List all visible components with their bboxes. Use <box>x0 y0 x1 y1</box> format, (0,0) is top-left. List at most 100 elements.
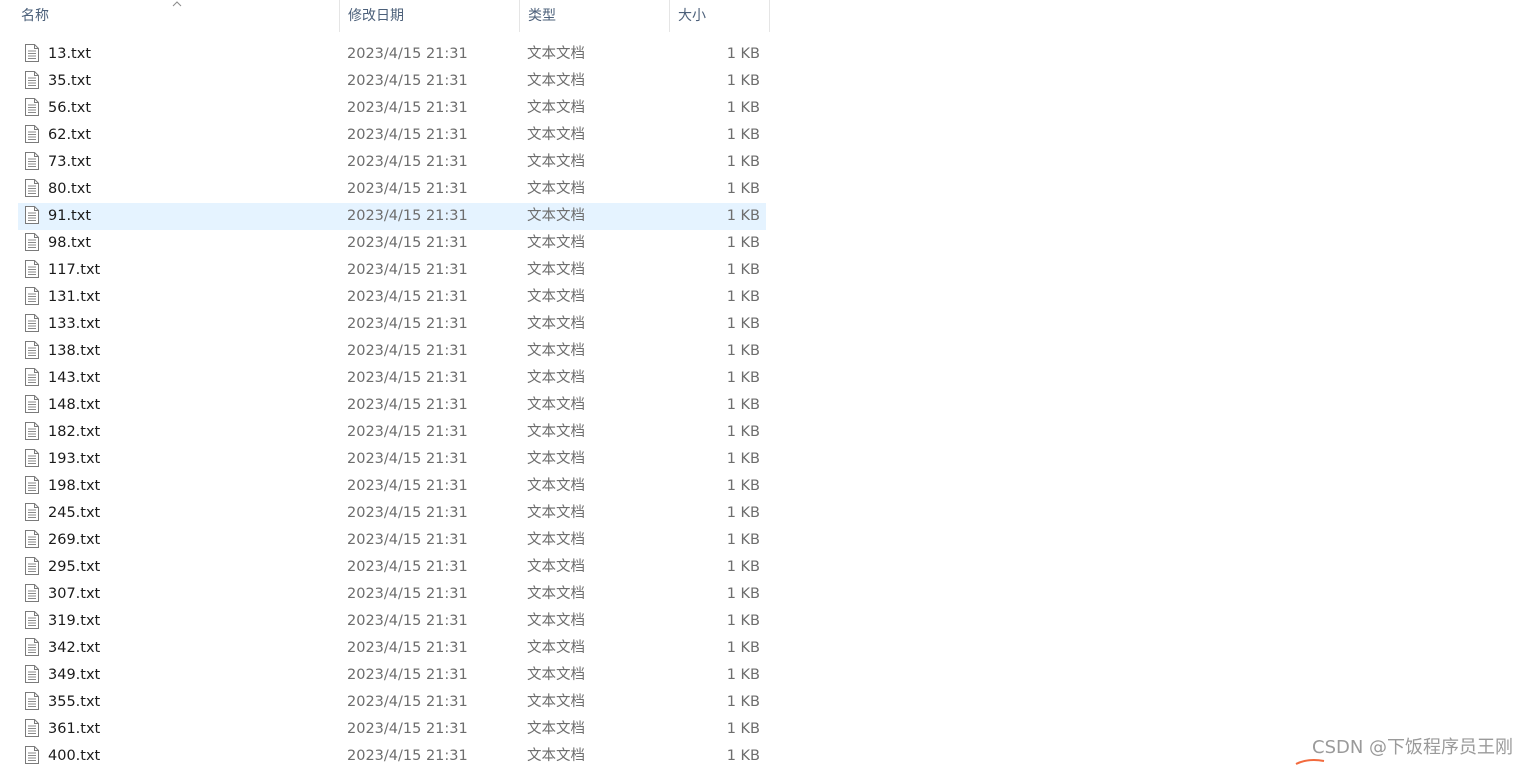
file-modified-date: 2023/4/15 21:31 <box>347 721 468 737</box>
file-type: 文本文档 <box>527 181 585 197</box>
file-type: 文本文档 <box>527 640 585 656</box>
file-modified-date: 2023/4/15 21:31 <box>347 154 468 170</box>
file-type: 文本文档 <box>527 208 585 224</box>
file-size: 1 KB <box>726 73 760 89</box>
file-type: 文本文档 <box>527 316 585 332</box>
file-modified-date: 2023/4/15 21:31 <box>347 316 468 332</box>
file-row[interactable]: 342.txt 2023/4/15 21:31 文本文档 1 KB <box>18 635 766 662</box>
file-modified-date: 2023/4/15 21:31 <box>347 694 468 710</box>
column-header-date-label: 修改日期 <box>348 8 404 24</box>
file-row[interactable]: 349.txt 2023/4/15 21:31 文本文档 1 KB <box>18 662 766 689</box>
file-modified-date: 2023/4/15 21:31 <box>347 424 468 440</box>
column-header-type[interactable]: 类型 <box>520 0 670 32</box>
file-name: 295.txt <box>48 559 101 575</box>
file-modified-date: 2023/4/15 21:31 <box>347 370 468 386</box>
file-type: 文本文档 <box>527 289 585 305</box>
text-file-icon <box>25 71 39 89</box>
file-name: 56.txt <box>48 100 92 116</box>
file-type: 文本文档 <box>527 532 585 548</box>
file-size: 1 KB <box>726 532 760 548</box>
column-header-type-label: 类型 <box>528 8 556 24</box>
file-type: 文本文档 <box>527 451 585 467</box>
file-row[interactable]: 91.txt 2023/4/15 21:31 文本文档 1 KB <box>18 203 766 230</box>
file-modified-date: 2023/4/15 21:31 <box>347 262 468 278</box>
file-size: 1 KB <box>726 478 760 494</box>
file-row[interactable]: 98.txt 2023/4/15 21:31 文本文档 1 KB <box>18 230 766 257</box>
file-row[interactable]: 143.txt 2023/4/15 21:31 文本文档 1 KB <box>18 365 766 392</box>
file-name: 245.txt <box>48 505 101 521</box>
text-file-icon <box>25 206 39 224</box>
file-row[interactable]: 73.txt 2023/4/15 21:31 文本文档 1 KB <box>18 149 766 176</box>
file-size: 1 KB <box>726 154 760 170</box>
file-row[interactable]: 193.txt 2023/4/15 21:31 文本文档 1 KB <box>18 446 766 473</box>
file-name: 307.txt <box>48 586 101 602</box>
file-modified-date: 2023/4/15 21:31 <box>347 559 468 575</box>
file-size: 1 KB <box>726 424 760 440</box>
file-name: 13.txt <box>48 46 92 62</box>
file-type: 文本文档 <box>527 127 585 143</box>
text-file-icon <box>25 260 39 278</box>
text-file-icon <box>25 341 39 359</box>
file-row[interactable]: 307.txt 2023/4/15 21:31 文本文档 1 KB <box>18 581 766 608</box>
text-file-icon <box>25 530 39 548</box>
file-name: 198.txt <box>48 478 101 494</box>
file-row[interactable]: 269.txt 2023/4/15 21:31 文本文档 1 KB <box>18 527 766 554</box>
file-size: 1 KB <box>726 316 760 332</box>
file-row[interactable]: 35.txt 2023/4/15 21:31 文本文档 1 KB <box>18 68 766 95</box>
file-size: 1 KB <box>726 208 760 224</box>
file-size: 1 KB <box>726 505 760 521</box>
sort-ascending-icon <box>172 1 182 7</box>
file-type: 文本文档 <box>527 505 585 521</box>
file-type: 文本文档 <box>527 748 585 764</box>
file-type: 文本文档 <box>527 73 585 89</box>
file-size: 1 KB <box>726 289 760 305</box>
file-row[interactable]: 131.txt 2023/4/15 21:31 文本文档 1 KB <box>18 284 766 311</box>
file-row[interactable]: 361.txt 2023/4/15 21:31 文本文档 1 KB <box>18 716 766 743</box>
file-modified-date: 2023/4/15 21:31 <box>347 505 468 521</box>
file-type: 文本文档 <box>527 154 585 170</box>
file-name: 35.txt <box>48 73 92 89</box>
file-size: 1 KB <box>726 343 760 359</box>
watermark-text: CSDN @下饭程序员王刚 <box>1312 737 1514 758</box>
file-modified-date: 2023/4/15 21:31 <box>347 397 468 413</box>
text-file-icon <box>25 152 39 170</box>
column-header-date[interactable]: 修改日期 <box>340 0 520 32</box>
file-row[interactable]: 62.txt 2023/4/15 21:31 文本文档 1 KB <box>18 122 766 149</box>
text-file-icon <box>25 557 39 575</box>
watermark-accent-mark <box>1295 759 1325 765</box>
file-row[interactable]: 80.txt 2023/4/15 21:31 文本文档 1 KB <box>18 176 766 203</box>
file-row[interactable]: 355.txt 2023/4/15 21:31 文本文档 1 KB <box>18 689 766 716</box>
column-header-size[interactable]: 大小 <box>670 0 770 32</box>
file-row[interactable]: 295.txt 2023/4/15 21:31 文本文档 1 KB <box>18 554 766 581</box>
file-row[interactable]: 198.txt 2023/4/15 21:31 文本文档 1 KB <box>18 473 766 500</box>
file-type: 文本文档 <box>527 343 585 359</box>
text-file-icon <box>25 476 39 494</box>
file-name: 117.txt <box>48 262 101 278</box>
column-header-size-label: 大小 <box>678 8 706 24</box>
file-row[interactable]: 148.txt 2023/4/15 21:31 文本文档 1 KB <box>18 392 766 419</box>
file-name: 143.txt <box>48 370 101 386</box>
file-size: 1 KB <box>726 127 760 143</box>
file-row[interactable]: 182.txt 2023/4/15 21:31 文本文档 1 KB <box>18 419 766 446</box>
text-file-icon <box>25 179 39 197</box>
file-type: 文本文档 <box>527 613 585 629</box>
text-file-icon <box>25 314 39 332</box>
text-file-icon <box>25 692 39 710</box>
file-row[interactable]: 117.txt 2023/4/15 21:31 文本文档 1 KB <box>18 257 766 284</box>
file-modified-date: 2023/4/15 21:31 <box>347 613 468 629</box>
text-file-icon <box>25 287 39 305</box>
file-row[interactable]: 13.txt 2023/4/15 21:31 文本文档 1 KB <box>18 41 766 68</box>
file-modified-date: 2023/4/15 21:31 <box>347 208 468 224</box>
file-row[interactable]: 319.txt 2023/4/15 21:31 文本文档 1 KB <box>18 608 766 635</box>
file-row[interactable]: 400.txt 2023/4/15 21:31 文本文档 1 KB <box>18 743 766 765</box>
text-file-icon <box>25 422 39 440</box>
file-type: 文本文档 <box>527 397 585 413</box>
file-row[interactable]: 133.txt 2023/4/15 21:31 文本文档 1 KB <box>18 311 766 338</box>
file-row[interactable]: 138.txt 2023/4/15 21:31 文本文档 1 KB <box>18 338 766 365</box>
file-name: 182.txt <box>48 424 101 440</box>
file-type: 文本文档 <box>527 721 585 737</box>
file-row[interactable]: 56.txt 2023/4/15 21:31 文本文档 1 KB <box>18 95 766 122</box>
file-modified-date: 2023/4/15 21:31 <box>347 640 468 656</box>
file-row[interactable]: 245.txt 2023/4/15 21:31 文本文档 1 KB <box>18 500 766 527</box>
text-file-icon <box>25 719 39 737</box>
